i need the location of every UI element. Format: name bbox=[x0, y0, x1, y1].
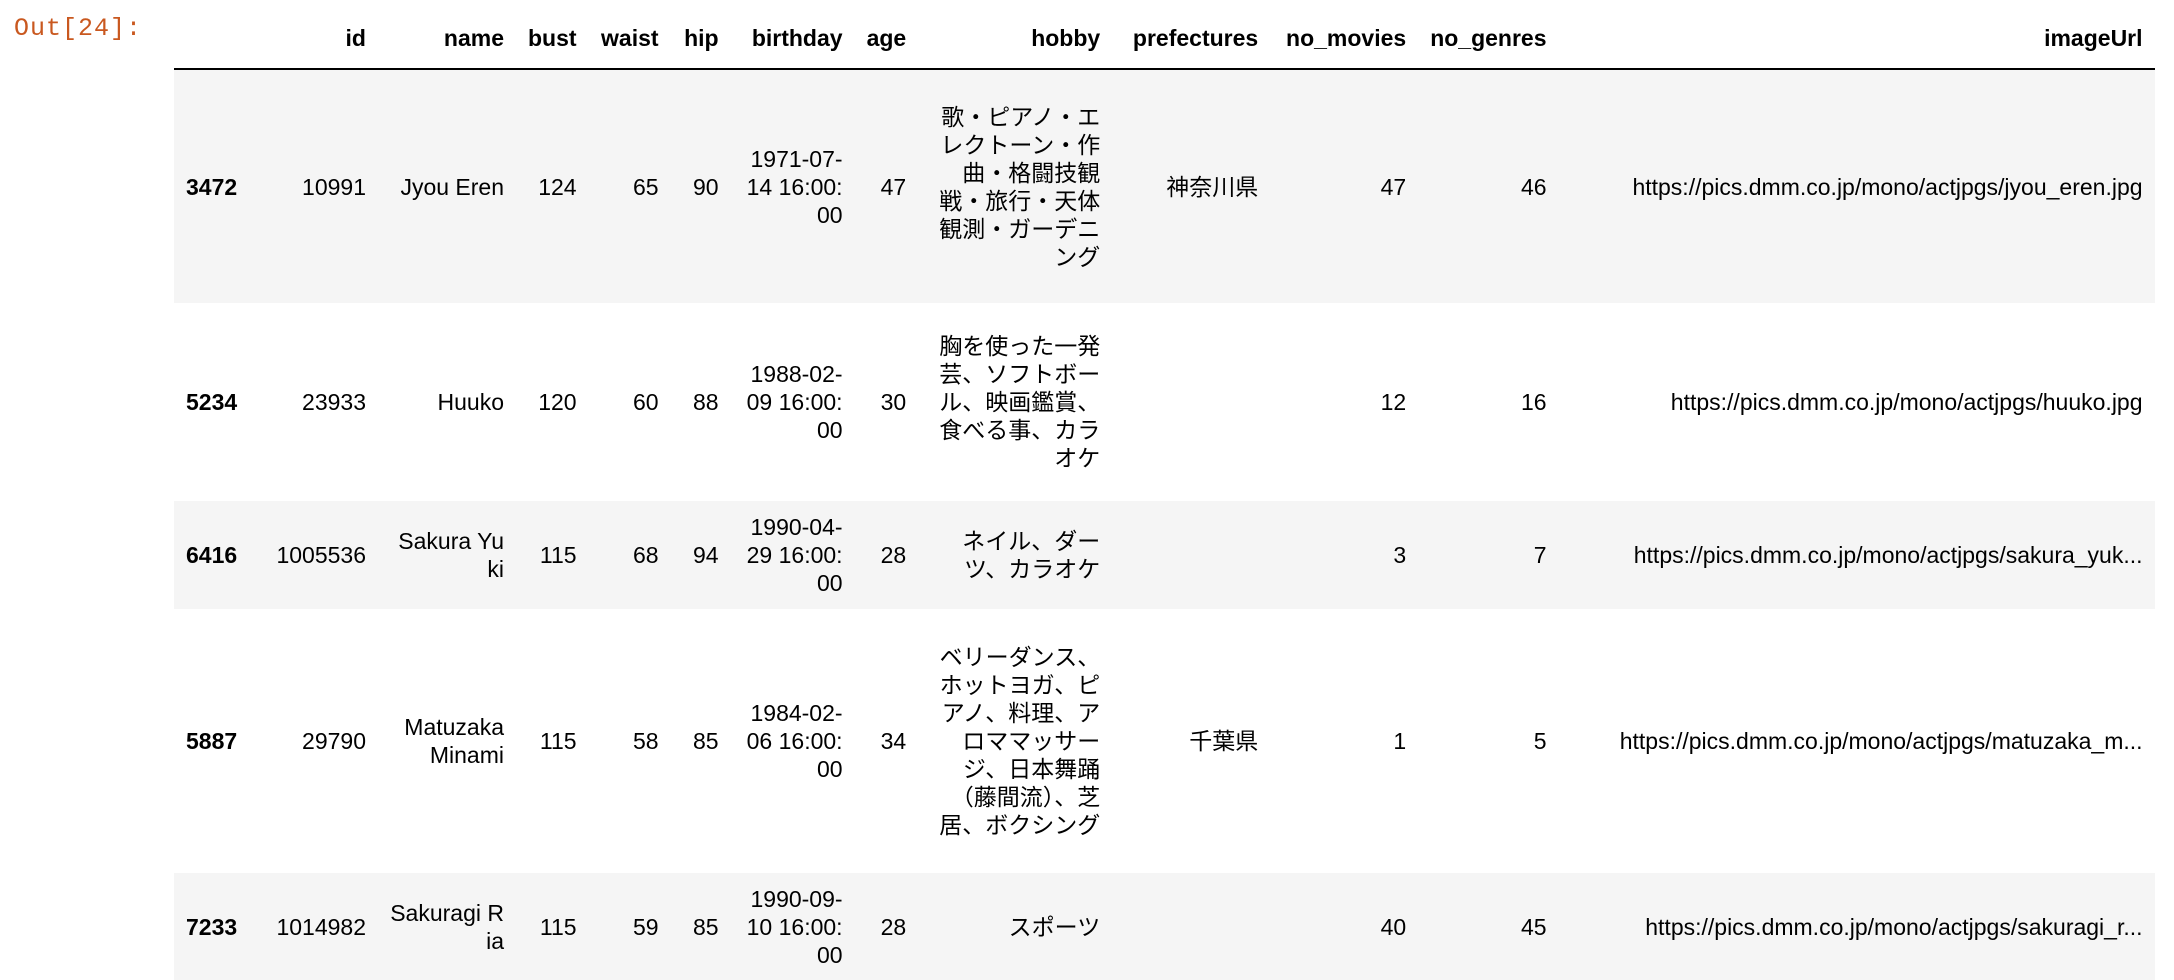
cell-age: 28 bbox=[880, 914, 907, 940]
cell-image-url: https://pics.dmm.co.jp/mono/actjpgs/saku… bbox=[1633, 542, 2143, 568]
column-header-bust: bust bbox=[516, 12, 589, 70]
column-header-hobby: hobby bbox=[918, 12, 1113, 70]
column-header-no-movies: no_movies bbox=[1270, 12, 1419, 70]
cell-bust: 115 bbox=[539, 914, 577, 940]
cell-age: 34 bbox=[880, 728, 907, 754]
cell-no-movies: 47 bbox=[1380, 173, 1407, 200]
cell-waist: 65 bbox=[632, 173, 659, 200]
cell-id: 29790 bbox=[302, 728, 366, 754]
row-index: 3472 bbox=[186, 173, 238, 200]
cell-no-movies: 40 bbox=[1380, 914, 1407, 940]
cell-no-genres: 46 bbox=[1520, 173, 1547, 200]
cell-hip: 90 bbox=[692, 173, 719, 200]
cell-prefectures: 千葉県 bbox=[1189, 728, 1259, 754]
cell-hobby: スポーツ bbox=[1008, 914, 1101, 940]
cell-hobby: 胸を使った一発芸、ソフトボール、映画鑑賞、食べる事、カラオケ bbox=[939, 333, 1101, 471]
cell-age: 28 bbox=[880, 542, 907, 568]
row-index: 7233 bbox=[186, 914, 238, 940]
cell-bust: 120 bbox=[538, 389, 577, 415]
dataframe-table: id name bust waist hip birthday age hobb… bbox=[174, 12, 2155, 980]
cell-hip: 85 bbox=[692, 728, 719, 754]
cell-id: 23933 bbox=[302, 389, 366, 415]
cell-prefectures bbox=[1112, 873, 1270, 980]
cell-prefectures bbox=[1112, 501, 1270, 609]
cell-hip: 85 bbox=[692, 914, 719, 940]
cell-waist: 58 bbox=[632, 728, 659, 754]
cell-no-movies: 12 bbox=[1380, 389, 1407, 415]
header-row: id name bust waist hip birthday age hobb… bbox=[174, 12, 2155, 70]
table-row: 3472 10991 Jyou Eren 124 65 90 1971-07-1… bbox=[174, 69, 2155, 303]
cell-no-genres: 16 bbox=[1520, 389, 1547, 415]
cell-name: Jyou Eren bbox=[400, 173, 504, 200]
index-header bbox=[174, 12, 258, 70]
cell-birthday: 1984-02-06 16:00:00 bbox=[746, 700, 843, 782]
dataframe-output: id name bust waist hip birthday age hobb… bbox=[174, 12, 2155, 980]
cell-hip: 94 bbox=[692, 542, 719, 568]
cell-birthday: 1990-04-29 16:00:00 bbox=[746, 514, 843, 596]
cell-age: 30 bbox=[880, 389, 907, 415]
cell-waist: 60 bbox=[632, 389, 659, 415]
column-header-name: name bbox=[378, 12, 516, 70]
cell-bust: 124 bbox=[538, 173, 577, 200]
column-header-no-genres: no_genres bbox=[1418, 12, 1559, 70]
table-row: 5234 23933 Huuko 120 60 88 1988-02-09 16… bbox=[174, 303, 2155, 501]
column-header-hip: hip bbox=[670, 12, 731, 70]
cell-no-genres: 45 bbox=[1520, 914, 1547, 940]
cell-birthday: 1990-09-10 16:00:00 bbox=[746, 886, 843, 968]
cell-bust: 115 bbox=[539, 542, 577, 568]
column-header-image-url: imageUrl bbox=[1558, 12, 2155, 70]
cell-no-genres: 7 bbox=[1533, 542, 1547, 568]
cell-image-url: https://pics.dmm.co.jp/mono/actjpgs/jyou… bbox=[1632, 173, 2143, 200]
cell-no-movies: 1 bbox=[1393, 728, 1407, 754]
cell-name: Sakuragi Ria bbox=[390, 900, 504, 954]
column-header-age: age bbox=[854, 12, 919, 70]
cell-prefectures: 神奈川県 bbox=[1166, 173, 1259, 200]
cell-name: Huuko bbox=[437, 389, 504, 415]
cell-hip: 88 bbox=[692, 389, 719, 415]
table-row: 7233 1014982 Sakuragi Ria 115 59 85 1990… bbox=[174, 873, 2155, 980]
cell-waist: 68 bbox=[632, 542, 659, 568]
cell-age: 47 bbox=[880, 173, 907, 200]
cell-hobby: 歌・ピアノ・エレクトーン・作曲・格闘技観戦・旅行・天体観測・ガーデニング bbox=[939, 103, 1101, 270]
cell-hobby: ネイル、ダーツ、カラオケ bbox=[962, 528, 1101, 582]
column-header-id: id bbox=[258, 12, 378, 70]
row-index: 5234 bbox=[186, 389, 238, 415]
cell-birthday: 1988-02-09 16:00:00 bbox=[746, 361, 843, 443]
cell-name: Matuzaka Minami bbox=[404, 714, 504, 768]
table-row: 6416 1005536 Sakura Yuki 115 68 94 1990-… bbox=[174, 501, 2155, 609]
column-header-prefectures: prefectures bbox=[1112, 12, 1271, 70]
cell-no-genres: 5 bbox=[1533, 728, 1547, 754]
cell-waist: 59 bbox=[632, 914, 659, 940]
cell-hobby: ベリーダンス、ホットヨガ、ピアノ、料理、アロママッサージ、日本舞踊（藤間流）、芝… bbox=[939, 644, 1101, 838]
row-index: 5887 bbox=[186, 728, 238, 754]
row-index: 6416 bbox=[186, 542, 238, 568]
table-row: 5887 29790 Matuzaka Minami 115 58 85 198… bbox=[174, 609, 2155, 873]
column-header-waist: waist bbox=[588, 12, 671, 70]
column-header-birthday: birthday bbox=[730, 12, 855, 70]
cell-birthday: 1971-07-14 16:00:00 bbox=[746, 145, 843, 228]
cell-image-url: https://pics.dmm.co.jp/mono/actjpgs/huuk… bbox=[1670, 389, 2143, 415]
cell-prefectures bbox=[1112, 303, 1270, 501]
cell-name: Sakura Yuki bbox=[398, 528, 504, 582]
cell-image-url: https://pics.dmm.co.jp/mono/actjpgs/matu… bbox=[1619, 728, 2143, 754]
cell-id: 10991 bbox=[302, 173, 366, 200]
output-prompt: Out[24]: bbox=[14, 14, 143, 43]
cell-id: 1014982 bbox=[276, 914, 366, 940]
cell-no-movies: 3 bbox=[1393, 542, 1407, 568]
cell-bust: 115 bbox=[539, 728, 577, 754]
cell-id: 1005536 bbox=[276, 542, 366, 568]
cell-image-url: https://pics.dmm.co.jp/mono/actjpgs/saku… bbox=[1645, 914, 2143, 940]
